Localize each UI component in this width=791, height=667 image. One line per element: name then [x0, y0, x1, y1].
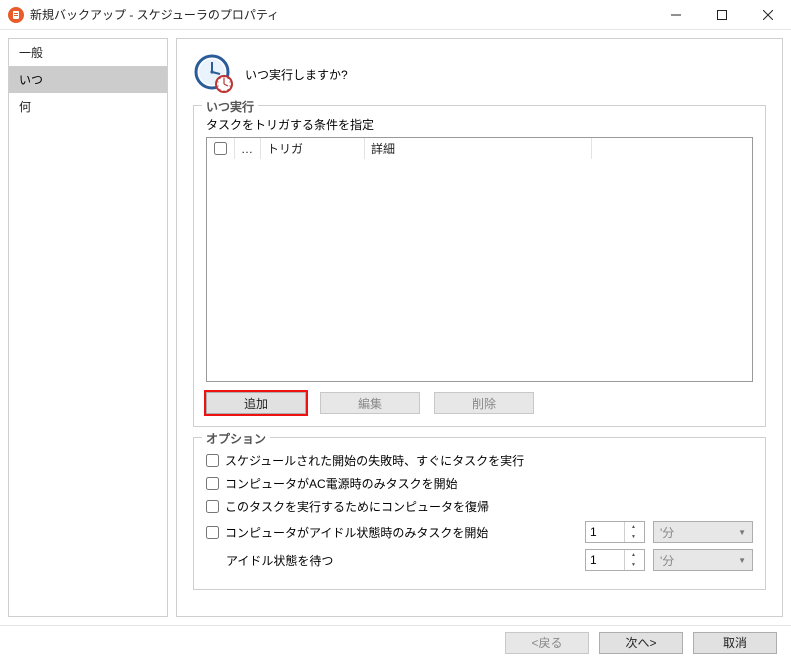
sidebar-item-general[interactable]: 一般: [9, 39, 167, 66]
wait-unit-select[interactable]: '分▼: [653, 549, 753, 571]
page-question: いつ実行しますか?: [245, 66, 348, 83]
idle-value-spinner[interactable]: ▲▼: [585, 521, 645, 543]
sidebar-item-label: いつ: [19, 73, 43, 87]
opt-wake-checkbox[interactable]: [206, 500, 219, 513]
sidebar-item-label: 何: [19, 100, 31, 114]
trigger-list-header: … トリガ 詳細: [207, 138, 752, 160]
opt-wake-row: このタスクを実行するためにコンピュータを復帰: [206, 498, 753, 515]
trigger-list[interactable]: … トリガ 詳細: [206, 137, 753, 382]
app-icon: [8, 7, 24, 23]
select-all-checkbox[interactable]: [214, 142, 227, 155]
titlebar: 新規バックアップ - スケジューラのプロパティ: [0, 0, 791, 30]
next-button[interactable]: 次へ>: [599, 632, 683, 654]
opt-wake-label: このタスクを実行するためにコンピュータを復帰: [225, 498, 489, 515]
wizard-footer: <戻る 次へ> 取消: [0, 625, 791, 659]
sidebar-item-what[interactable]: 何: [9, 93, 167, 120]
wait-value-input[interactable]: [586, 553, 624, 567]
sidebar-item-when[interactable]: いつ: [9, 66, 167, 93]
cancel-button[interactable]: 取消: [693, 632, 777, 654]
page-header: いつ実行しますか?: [193, 49, 766, 95]
opt-wait-idle-row: アイドル状態を待つ ▲▼ '分▼: [206, 549, 753, 571]
opt-ac-row: コンピュータがAC電源時のみタスクを開始: [206, 475, 753, 492]
idle-unit-select[interactable]: '分▼: [653, 521, 753, 543]
sidebar: 一般 いつ 何: [8, 38, 168, 617]
opt-ac-label: コンピュータがAC電源時のみタスクを開始: [225, 475, 458, 492]
trigger-buttons: 追加 編集 削除: [206, 392, 753, 414]
add-button[interactable]: 追加: [206, 392, 306, 414]
col-trigger[interactable]: トリガ: [261, 138, 365, 159]
main-panel: いつ実行しますか? いつ実行 タスクをトリガする条件を指定 … トリガ 詳細 追…: [176, 38, 783, 617]
minimize-button[interactable]: [653, 0, 699, 30]
options-title: オプション: [202, 430, 270, 447]
opt-ac-checkbox[interactable]: [206, 477, 219, 490]
opt-missed-checkbox[interactable]: [206, 454, 219, 467]
trigger-caption: タスクをトリガする条件を指定: [206, 116, 753, 133]
window-title: 新規バックアップ - スケジューラのプロパティ: [30, 6, 653, 23]
col-dots[interactable]: …: [235, 138, 261, 159]
spin-up-icon[interactable]: ▲: [625, 550, 642, 560]
maximize-button[interactable]: [699, 0, 745, 30]
col-checkbox[interactable]: [207, 138, 235, 159]
sidebar-item-label: 一般: [19, 46, 43, 60]
run-when-title: いつ実行: [202, 98, 258, 115]
options-group: オプション スケジュールされた開始の失敗時、すぐにタスクを実行 コンピュータがA…: [193, 437, 766, 590]
opt-idle-label: コンピュータがアイドル状態時のみタスクを開始: [225, 524, 488, 541]
wait-value-spinner[interactable]: ▲▼: [585, 549, 645, 571]
col-details[interactable]: 詳細: [365, 138, 592, 159]
clock-icon: [193, 53, 235, 95]
spin-up-icon[interactable]: ▲: [625, 522, 642, 532]
idle-value-input[interactable]: [586, 525, 624, 539]
col-spacer: [592, 138, 752, 159]
spin-down-icon[interactable]: ▼: [625, 532, 642, 542]
chevron-down-icon: ▼: [738, 556, 746, 565]
opt-wait-idle-label: アイドル状態を待つ: [226, 552, 333, 569]
delete-button[interactable]: 削除: [434, 392, 534, 414]
opt-missed-label: スケジュールされた開始の失敗時、すぐにタスクを実行: [225, 452, 524, 469]
opt-idle-checkbox[interactable]: [206, 526, 219, 539]
opt-missed-row: スケジュールされた開始の失敗時、すぐにタスクを実行: [206, 452, 753, 469]
close-button[interactable]: [745, 0, 791, 30]
spin-down-icon[interactable]: ▼: [625, 560, 642, 570]
edit-button[interactable]: 編集: [320, 392, 420, 414]
run-when-group: いつ実行 タスクをトリガする条件を指定 … トリガ 詳細 追加 編集 削除: [193, 105, 766, 427]
chevron-down-icon: ▼: [738, 528, 746, 537]
back-button[interactable]: <戻る: [505, 632, 589, 654]
opt-idle-row: コンピュータがアイドル状態時のみタスクを開始 ▲▼ '分▼: [206, 521, 753, 543]
